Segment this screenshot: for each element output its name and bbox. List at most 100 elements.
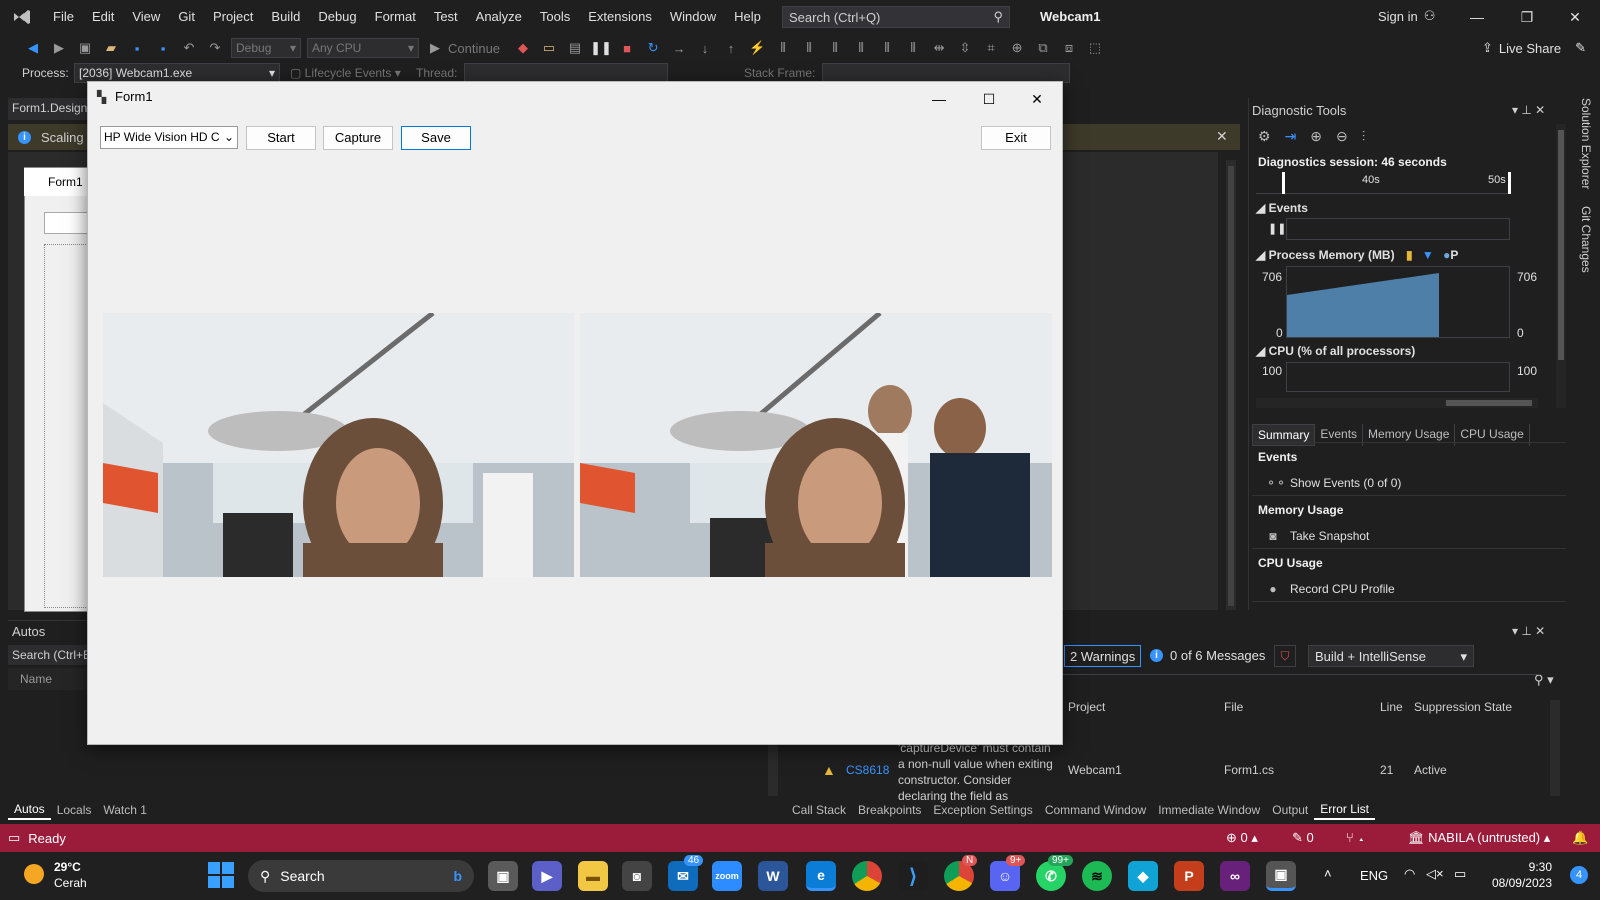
grid-icon[interactable]: ⌗ xyxy=(980,37,1002,59)
tab-autos[interactable]: Autos xyxy=(8,800,51,820)
diagnostics-icon[interactable]: ⚡ xyxy=(746,37,768,59)
error-code-link[interactable]: CS8618 xyxy=(846,763,889,777)
menu-git[interactable]: Git xyxy=(169,0,204,34)
continue-icon[interactable]: ▶ xyxy=(424,37,446,59)
align-right-icon[interactable]: ⫴ xyxy=(824,37,846,59)
language-indicator[interactable]: ENG xyxy=(1360,868,1388,883)
events-section[interactable]: ◢ Events xyxy=(1256,201,1308,215)
autos-column-name[interactable]: Name xyxy=(20,672,52,686)
platform-select[interactable]: Any CPU ▾ xyxy=(307,38,419,58)
filter-icon[interactable]: ⛉ xyxy=(1274,645,1296,667)
tab-output[interactable]: Output xyxy=(1266,801,1314,819)
record-cpu-link[interactable]: ● Record CPU Profile xyxy=(1266,582,1394,596)
menu-project[interactable]: Project xyxy=(204,0,262,34)
weather-icon[interactable] xyxy=(24,864,44,884)
menu-edit[interactable]: Edit xyxy=(83,0,123,34)
battery-icon[interactable]: ▭ xyxy=(1454,866,1466,882)
undo-icon[interactable]: ↶ xyxy=(178,37,200,59)
menu-help[interactable]: Help xyxy=(725,0,770,34)
lock-icon[interactable]: ⬚ xyxy=(1084,37,1106,59)
column-project[interactable]: Project xyxy=(1068,700,1105,714)
edge-icon[interactable]: e xyxy=(806,861,836,891)
tab-form1-designer[interactable]: Form1.Design xyxy=(8,98,92,120)
align-center-icon[interactable]: ⫴ xyxy=(798,37,820,59)
camera-app-icon[interactable]: ◙ xyxy=(622,861,652,891)
column-file[interactable]: File xyxy=(1224,700,1243,714)
menu-file[interactable]: File xyxy=(44,0,83,34)
warnings-filter-button[interactable]: 2 Warnings xyxy=(1064,645,1142,667)
diag-horizontal-scrollbar[interactable] xyxy=(1256,398,1538,408)
open-folder-icon[interactable]: ▰ xyxy=(100,37,122,59)
lifecycle-events-button[interactable]: ▢ Lifecycle Events ▾ xyxy=(290,66,401,80)
panel-options-icon[interactable]: ▾ ⊥ ✕ xyxy=(1512,103,1545,117)
stop-icon[interactable]: ■ xyxy=(616,37,638,59)
powerpoint-icon[interactable]: P xyxy=(1174,861,1204,891)
running-app-icon[interactable]: ▣ xyxy=(1266,861,1296,891)
branch-icon[interactable]: ⑂ ▴ xyxy=(1346,830,1365,845)
start-button[interactable]: Start xyxy=(246,126,316,150)
show-events-link[interactable]: ⚬⚬ Show Events (0 of 0) xyxy=(1266,476,1401,490)
pause-icon[interactable]: ❚❚ xyxy=(1268,222,1286,235)
volume-icon[interactable]: ◁× xyxy=(1426,866,1444,882)
chrome-icon[interactable] xyxy=(852,861,882,891)
maximize-icon[interactable]: ☐ xyxy=(966,86,1012,112)
browser-icon[interactable]: ▭ xyxy=(538,37,560,59)
thread-select[interactable] xyxy=(464,63,668,83)
close-icon[interactable]: ✕ xyxy=(1014,86,1060,112)
export-icon[interactable]: ⇥ xyxy=(1285,128,1297,145)
forward-icon[interactable]: ▶ xyxy=(48,37,70,59)
zoom-out-icon[interactable]: ⊖ xyxy=(1336,128,1348,145)
cpu-section[interactable]: ◢ CPU (% of all processors) xyxy=(1256,344,1415,358)
output-icon[interactable]: ▭ xyxy=(8,830,20,846)
pause-icon[interactable]: ❚❚ xyxy=(590,37,612,59)
capture-button[interactable]: Capture xyxy=(323,126,393,150)
designer-scrollbar[interactable] xyxy=(1226,160,1236,610)
align-middle-icon[interactable]: ⫴ xyxy=(876,37,898,59)
pending-changes-indicator[interactable]: ✎ 0 xyxy=(1292,830,1314,846)
build-filter-select[interactable]: Build + IntelliSense ▾ xyxy=(1308,645,1474,667)
tab-solution-explorer[interactable]: Solution Explorer xyxy=(1577,98,1593,198)
repo-indicator[interactable]: 🏛 NABILA (untrusted) ▴ xyxy=(1408,830,1550,846)
visual-studio-icon[interactable]: ∞ xyxy=(1220,861,1250,891)
vscode-icon[interactable]: ⟩ xyxy=(898,861,928,891)
zoom-icon[interactable]: zoom xyxy=(712,861,742,891)
process-select[interactable]: [2036] Webcam1.exe ▾ xyxy=(74,63,280,83)
teams-icon[interactable]: ▶ xyxy=(532,861,562,891)
start-button[interactable] xyxy=(208,862,234,888)
live-share-button[interactable]: ⇪ Live Share ✎ xyxy=(1482,40,1586,56)
exit-button[interactable]: Exit xyxy=(981,126,1051,150)
search-input[interactable]: Search (Ctrl+Q) ⚲ xyxy=(782,6,1010,28)
app-icon[interactable]: ◆ xyxy=(1128,861,1158,891)
tab-watch-1[interactable]: Watch 1 xyxy=(97,801,153,819)
column-suppression-state[interactable]: Suppression State xyxy=(1414,700,1512,714)
timeline-ruler[interactable]: 40s 50s xyxy=(1256,172,1511,194)
diag-vertical-scrollbar[interactable] xyxy=(1556,124,1566,408)
column-line[interactable]: Line xyxy=(1380,700,1403,714)
menu-tools[interactable]: Tools xyxy=(531,0,579,34)
hot-reload-icon[interactable]: ◆ xyxy=(512,37,534,59)
spacing-icon[interactable]: ⇹ xyxy=(928,37,950,59)
weather-widget[interactable]: 29°C Cerah xyxy=(54,859,87,891)
continue-button[interactable]: Continue xyxy=(448,41,500,56)
take-snapshot-link[interactable]: ◙ Take Snapshot xyxy=(1266,529,1369,543)
save-icon[interactable]: ▪ xyxy=(126,37,148,59)
configuration-select[interactable]: Debug ▾ xyxy=(231,38,301,58)
menu-format[interactable]: Format xyxy=(366,0,425,34)
maximize-icon[interactable]: ❐ xyxy=(1504,4,1550,30)
tab-error-list[interactable]: Error List xyxy=(1314,800,1375,820)
menu-view[interactable]: View xyxy=(123,0,169,34)
menu-analyze[interactable]: Analyze xyxy=(467,0,531,34)
tab-exception-settings[interactable]: Exception Settings xyxy=(927,801,1038,819)
error-list-scrollbar[interactable] xyxy=(1550,700,1560,796)
autos-scrollbar[interactable] xyxy=(768,740,778,796)
menu-debug[interactable]: Debug xyxy=(309,0,365,34)
chevron-up-icon[interactable]: ˄ xyxy=(1324,866,1332,881)
zoom-in-icon[interactable]: ⊕ xyxy=(1310,128,1322,145)
align-top-icon[interactable]: ⫴ xyxy=(850,37,872,59)
tab-call-stack[interactable]: Call Stack xyxy=(786,801,852,819)
redo-icon[interactable]: ↷ xyxy=(204,37,226,59)
align-bottom-icon[interactable]: ⫴ xyxy=(902,37,924,59)
menu-test[interactable]: Test xyxy=(425,0,467,34)
tab-command-window[interactable]: Command Window xyxy=(1039,801,1152,819)
stack-frame-select[interactable] xyxy=(822,63,1070,83)
